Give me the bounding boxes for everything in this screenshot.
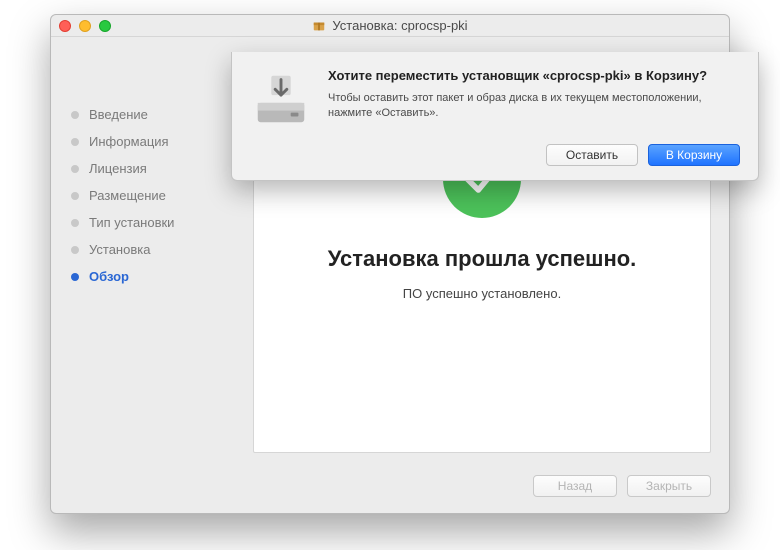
bullet-icon bbox=[71, 219, 79, 227]
window-title: Установка: cprocsp-pki bbox=[332, 18, 467, 33]
bullet-icon bbox=[71, 111, 79, 119]
step-label: Тип установки bbox=[89, 215, 174, 230]
sidebar-step-license: Лицензия bbox=[69, 155, 239, 182]
bullet-icon bbox=[71, 165, 79, 173]
sidebar-step-summary: Обзор bbox=[69, 263, 239, 290]
disk-download-icon bbox=[250, 68, 312, 130]
bullet-icon bbox=[71, 246, 79, 254]
move-to-trash-button[interactable]: В Корзину bbox=[648, 144, 740, 166]
keep-button[interactable]: Оставить bbox=[546, 144, 638, 166]
bullet-icon bbox=[71, 273, 79, 281]
close-button[interactable]: Закрыть bbox=[627, 475, 711, 497]
zoom-window-button[interactable] bbox=[99, 20, 111, 32]
installer-window: Установка: cprocsp-pki Введение Информац… bbox=[50, 14, 730, 514]
sheet-title: Хотите переместить установщик «cprocsp-p… bbox=[328, 68, 740, 83]
sidebar-step-install-type: Тип установки bbox=[69, 209, 239, 236]
bullet-icon bbox=[71, 138, 79, 146]
window-controls bbox=[59, 20, 111, 32]
success-title: Установка прошла успешно. bbox=[328, 246, 637, 272]
back-button[interactable]: Назад bbox=[533, 475, 617, 497]
sidebar-step-information: Информация bbox=[69, 128, 239, 155]
bullet-icon bbox=[71, 192, 79, 200]
sidebar-step-destination: Размещение bbox=[69, 182, 239, 209]
minimize-window-button[interactable] bbox=[79, 20, 91, 32]
steps-sidebar: Введение Информация Лицензия Размещение … bbox=[69, 55, 239, 453]
trash-prompt-sheet: Хотите переместить установщик «cprocsp-p… bbox=[231, 52, 759, 181]
step-label: Лицензия bbox=[89, 161, 147, 176]
titlebar: Установка: cprocsp-pki bbox=[51, 15, 729, 37]
sidebar-step-installation: Установка bbox=[69, 236, 239, 263]
package-icon bbox=[312, 19, 326, 33]
step-label: Установка bbox=[89, 242, 150, 257]
sheet-message: Чтобы оставить этот пакет и образ диска … bbox=[328, 91, 740, 121]
close-window-button[interactable] bbox=[59, 20, 71, 32]
step-label: Обзор bbox=[89, 269, 129, 284]
step-label: Введение bbox=[89, 107, 148, 122]
sidebar-step-introduction: Введение bbox=[69, 101, 239, 128]
success-subtitle: ПО успешно установлено. bbox=[403, 286, 561, 301]
step-label: Информация bbox=[89, 134, 169, 149]
step-label: Размещение bbox=[89, 188, 166, 203]
footer: Назад Закрыть bbox=[51, 465, 729, 513]
